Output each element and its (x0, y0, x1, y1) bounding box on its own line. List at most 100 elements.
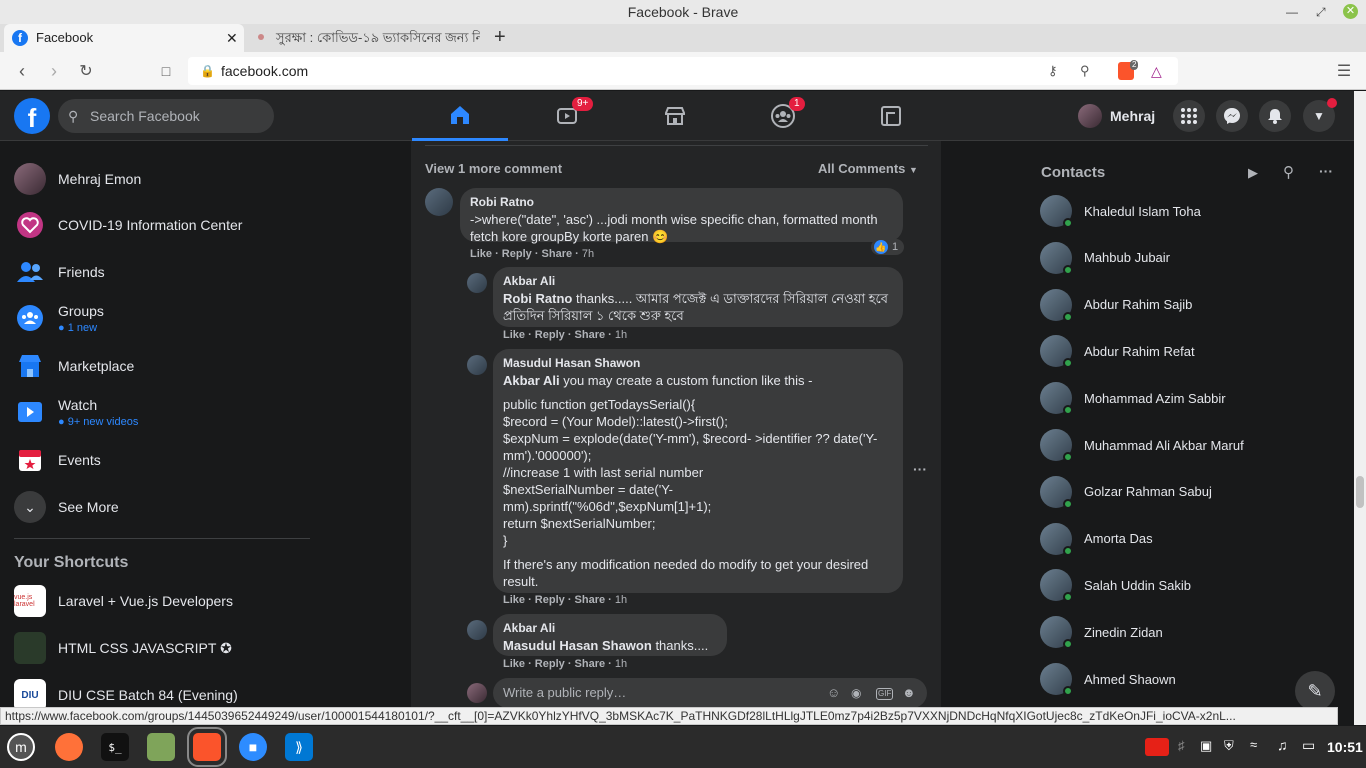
zoom-app-icon[interactable]: ■ (239, 733, 267, 761)
gif-icon[interactable]: GIF (876, 688, 894, 700)
music-icon[interactable]: ♫ (1277, 737, 1288, 753)
address-bar[interactable]: 🔒 facebook.com ⚷ ⚲ 2 △ (188, 57, 1178, 85)
contact-item[interactable]: Zinedin Zidan (1040, 612, 1163, 652)
menu-icon[interactable]: ☰ (1334, 61, 1354, 81)
search-icon[interactable]: ⚲ (1283, 163, 1294, 181)
comment-author[interactable]: Robi Ratno (470, 194, 893, 211)
sidebar-item-marketplace[interactable]: Marketplace (14, 346, 134, 386)
new-tab-icon[interactable]: + (494, 26, 506, 49)
back-icon[interactable]: ‹ (12, 61, 32, 81)
avatar[interactable] (467, 355, 487, 375)
contact-item[interactable]: Abdur Rahim Refat (1040, 331, 1195, 371)
reply-link[interactable]: Reply (502, 248, 532, 260)
comment-mention[interactable]: Akbar Ali (503, 373, 560, 388)
reply-link[interactable]: Reply (535, 658, 565, 670)
comment-time[interactable]: 1h (615, 658, 627, 670)
avatar[interactable] (467, 620, 487, 640)
contact-item[interactable]: Amorta Das (1040, 519, 1153, 559)
tab-surokkha[interactable]: সুরক্ষা : কোভিড-১৯ ভ্যাকসিনের জন্য নিবন্… (252, 24, 480, 52)
sidebar-item-profile[interactable]: Mehraj Emon (14, 159, 141, 199)
start-menu-icon[interactable]: m (7, 733, 35, 761)
comment-author[interactable]: Masudul Hasan Shawon (503, 355, 893, 372)
messenger-button[interactable] (1216, 100, 1248, 132)
anydesk-icon[interactable] (1145, 738, 1169, 756)
camera-icon[interactable]: ◉ (851, 678, 861, 707)
tab-facebook[interactable]: f Facebook ✕ (4, 24, 244, 52)
comment-author[interactable]: Akbar Ali (503, 620, 717, 637)
close-tab-icon[interactable]: ✕ (226, 24, 238, 52)
profile-chip[interactable]: Mehraj (1078, 100, 1155, 132)
sidebar-item-events[interactable]: Events (14, 440, 101, 480)
new-message-button[interactable]: ✎ (1295, 671, 1335, 711)
comment-time[interactable]: 1h (615, 594, 627, 606)
reload-icon[interactable]: ↻ (76, 61, 96, 81)
nav-home[interactable] (412, 91, 508, 141)
sticker-icon[interactable]: ☻ (902, 678, 916, 707)
comment-time[interactable]: 7h (582, 248, 594, 260)
avatar[interactable] (467, 273, 487, 293)
scrollbar-thumb[interactable] (1356, 476, 1364, 508)
firefox-icon[interactable] (55, 733, 83, 761)
terminal-icon[interactable]: $_ (101, 733, 129, 761)
bluetooth-icon[interactable]: ♯ (1178, 738, 1185, 753)
bookmark-icon[interactable]: □ (156, 61, 176, 81)
comment-author[interactable]: Akbar Ali (503, 273, 893, 290)
share-link[interactable]: Share (575, 329, 606, 341)
view-more-comments-link[interactable]: View 1 more comment (425, 161, 562, 176)
comment-mention[interactable]: Robi Ratno (503, 291, 572, 306)
avatar[interactable] (425, 188, 453, 216)
page-scrollbar[interactable] (1354, 91, 1366, 725)
zoom-icon[interactable]: ⚲ (1080, 57, 1090, 85)
battery-icon[interactable]: ▭ (1302, 737, 1315, 754)
contact-item[interactable]: Salah Uddin Sakib (1040, 565, 1191, 605)
more-options-icon[interactable]: ··· (1319, 163, 1333, 179)
sidebar-item-see-more[interactable]: ⌄ See More (14, 487, 119, 527)
like-link[interactable]: Like (470, 248, 492, 260)
brave-rewards-icon[interactable]: △ (1151, 57, 1162, 85)
contact-item[interactable]: Mohammad Azim Sabbir (1040, 378, 1226, 418)
nav-gaming[interactable] (843, 91, 939, 141)
like-link[interactable]: Like (503, 658, 525, 670)
key-icon[interactable]: ⚷ (1048, 57, 1058, 85)
close-window-button[interactable]: ✕ (1343, 4, 1358, 19)
files-icon[interactable] (147, 733, 175, 761)
contact-item[interactable]: Ahmed Shaown (1040, 659, 1176, 699)
menu-grid-button[interactable] (1173, 100, 1205, 132)
contact-item[interactable]: Abdur Rahim Sajib (1040, 285, 1192, 325)
sidebar-item-groups[interactable]: Groups ● 1 new (14, 298, 104, 338)
shortcut-item[interactable]: vue.js laravel Laravel + Vue.js Develope… (14, 581, 233, 621)
nav-watch[interactable]: 9+ (519, 91, 615, 141)
reply-input[interactable]: Write a public reply… ☺ ◉ GIF ☻ (493, 678, 927, 707)
nav-marketplace[interactable] (627, 91, 723, 141)
video-call-icon[interactable]: ▶ (1248, 165, 1258, 181)
forward-icon[interactable]: › (44, 61, 64, 81)
restore-button[interactable]: ⤢ (1316, 0, 1326, 24)
reply-link[interactable]: Reply (535, 594, 565, 606)
contact-item[interactable]: Mahbub Jubair (1040, 238, 1170, 278)
contact-item[interactable]: Muhammad Ali Akbar Maruf (1040, 425, 1244, 465)
emoji-icon[interactable]: ☺ (827, 678, 840, 707)
reaction-count[interactable]: 👍 1 (871, 239, 905, 255)
clock[interactable]: 10:51 (1327, 739, 1363, 755)
contact-item[interactable]: Golzar Rahman Sabuj (1040, 472, 1212, 512)
clipboard-icon[interactable]: ▣ (1200, 738, 1212, 754)
like-link[interactable]: Like (503, 594, 525, 606)
shortcut-item[interactable]: HTML CSS JAVASCRIPT ✪ (14, 628, 232, 668)
notifications-button[interactable] (1259, 100, 1291, 132)
contact-item[interactable]: Khaledul Islam Toha (1040, 191, 1201, 231)
sidebar-item-watch[interactable]: Watch ● 9+ new videos (14, 392, 138, 432)
facebook-logo[interactable]: f (14, 98, 50, 134)
search-input[interactable]: ⚲ Search Facebook (58, 99, 274, 133)
wifi-icon[interactable]: ≈ (1250, 737, 1257, 752)
sidebar-item-covid[interactable]: COVID-19 Information Center (14, 205, 242, 245)
shield-icon[interactable]: ⛨ (1224, 738, 1234, 754)
minimize-button[interactable]: — (1286, 0, 1298, 24)
brave-icon[interactable] (187, 727, 227, 767)
comment-mention[interactable]: Masudul Hasan Shawon (503, 638, 652, 653)
reply-link[interactable]: Reply (535, 329, 565, 341)
sidebar-item-friends[interactable]: Friends (14, 252, 105, 292)
more-options-icon[interactable]: ··· (913, 461, 927, 477)
comment-time[interactable]: 1h (615, 329, 627, 341)
share-link[interactable]: Share (575, 594, 606, 606)
like-link[interactable]: Like (503, 329, 525, 341)
